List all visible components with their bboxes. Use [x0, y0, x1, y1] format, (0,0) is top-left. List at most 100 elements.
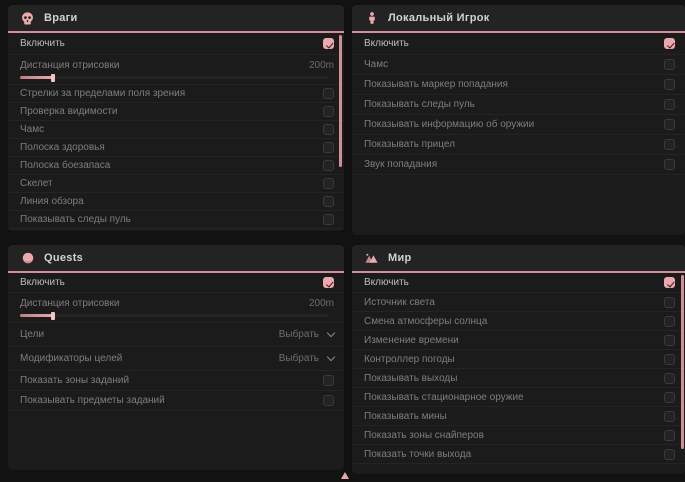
option-label: Скелет — [20, 178, 53, 189]
row-quests-goals: Цели Выбрать — [8, 323, 344, 347]
checkbox[interactable] — [323, 160, 334, 171]
enable-label: Включить — [20, 38, 65, 49]
enable-label: Включить — [364, 38, 409, 49]
row-enemies-offscreen-arrows[interactable]: Стрелки за пределами поля зрения — [8, 85, 344, 103]
option-label: Проверка видимости — [20, 106, 118, 117]
checkbox[interactable] — [664, 159, 675, 170]
option-label: Показывать следы пуль — [364, 99, 475, 110]
row-local-weapon-info[interactable]: Показывать информацию об оружии — [352, 115, 685, 135]
option-label: Чамс — [364, 59, 388, 70]
row-enemies-enable[interactable]: Включить — [8, 33, 344, 55]
option-label: Изменение времени — [364, 335, 459, 346]
row-quests-enable[interactable]: Включить — [8, 273, 344, 293]
panel-world-body: Включить Источник света Смена атмосферы … — [352, 273, 685, 464]
row-enemies-chams[interactable]: Чамс — [8, 121, 344, 139]
row-enemies-visibility-check[interactable]: Проверка видимости — [8, 103, 344, 121]
option-label: Показать зоны снайперов — [364, 430, 484, 441]
row-enemies-ammo-bar[interactable]: Полоска боезапаса — [8, 157, 344, 175]
person-icon — [364, 11, 379, 26]
checkbox[interactable] — [664, 99, 675, 110]
checkbox[interactable] — [323, 124, 334, 135]
row-enemies-skeleton[interactable]: Скелет — [8, 175, 344, 193]
quests-enable-checkbox[interactable] — [323, 277, 334, 288]
row-world-time-change[interactable]: Изменение времени — [352, 331, 685, 350]
checkbox[interactable] — [323, 214, 334, 225]
slider-handle[interactable] — [51, 74, 55, 82]
panel-quests: Quests Включить Дистанция отрисовки 200m… — [8, 245, 344, 470]
checkbox[interactable] — [323, 106, 334, 117]
goal-modifiers-dropdown[interactable]: Выбрать — [279, 353, 334, 364]
row-local-enable[interactable]: Включить — [352, 33, 685, 55]
checkbox[interactable] — [664, 449, 675, 460]
checkbox[interactable] — [323, 88, 334, 99]
row-local-hit-sound[interactable]: Звук попадания — [352, 155, 685, 175]
skull-icon — [20, 11, 35, 26]
checkbox[interactable] — [664, 430, 675, 441]
quests-draw-distance-slider[interactable] — [20, 314, 328, 317]
row-local-crosshair[interactable]: Показывать прицел — [352, 135, 685, 155]
panel-title: Мир — [388, 252, 412, 264]
option-label: Звук попадания — [364, 159, 437, 170]
enable-label: Включить — [364, 277, 409, 288]
panel-local-player-header[interactable]: Локальный Игрок — [352, 5, 685, 33]
world-enable-checkbox[interactable] — [664, 277, 675, 288]
checkbox[interactable] — [664, 335, 675, 346]
row-world-exits[interactable]: Показывать выходы — [352, 369, 685, 388]
row-local-bullet-trails[interactable]: Показывать следы пуль — [352, 95, 685, 115]
option-label: Полоска боезапаса — [20, 160, 110, 171]
panel-local-player-body: Включить Чамс Показывать маркер попадани… — [352, 33, 685, 175]
row-enemies-health-bar[interactable]: Полоска здоровья — [8, 139, 344, 157]
goals-dropdown[interactable]: Выбрать — [279, 329, 334, 340]
row-quests-zones[interactable]: Показать зоны заданий — [8, 371, 344, 391]
checkbox[interactable] — [664, 297, 675, 308]
row-world-exit-points[interactable]: Показать точки выхода — [352, 445, 685, 464]
checkbox[interactable] — [664, 354, 675, 365]
enable-label: Включить — [20, 277, 65, 288]
option-label: Чамс — [20, 124, 44, 135]
checkbox[interactable] — [323, 178, 334, 189]
checkbox[interactable] — [323, 375, 334, 386]
checkbox[interactable] — [323, 395, 334, 406]
chevron-down-icon — [327, 353, 335, 361]
row-world-sniper-zones[interactable]: Показать зоны снайперов — [352, 426, 685, 445]
checkbox[interactable] — [664, 119, 675, 130]
row-local-chams[interactable]: Чамс — [352, 55, 685, 75]
panel-world-header[interactable]: Мир — [352, 245, 685, 273]
mouse-cursor — [341, 472, 349, 479]
panel-local-player: Локальный Игрок Включить Чамс Показывать… — [352, 5, 685, 235]
row-world-stationary-weapons[interactable]: Показывать стационарное оружие — [352, 388, 685, 407]
row-world-enable[interactable]: Включить — [352, 273, 685, 293]
dropdown-value: Выбрать — [279, 353, 319, 364]
row-enemies-bullet-trails[interactable]: Показывать следы пуль — [8, 211, 344, 229]
row-world-mines[interactable]: Показывать мины — [352, 407, 685, 426]
row-world-weather-controller[interactable]: Контроллер погоды — [352, 350, 685, 369]
enemies-draw-distance-slider[interactable] — [20, 76, 328, 79]
option-label: Показывать стационарное оружие — [364, 392, 524, 403]
option-label: Полоска здоровья — [20, 142, 105, 153]
panel-title: Quests — [44, 252, 83, 264]
row-enemies-line-of-sight[interactable]: Линия обзора — [8, 193, 344, 211]
local-enable-checkbox[interactable] — [664, 38, 675, 49]
scrollbar[interactable] — [339, 35, 342, 167]
checkbox[interactable] — [664, 139, 675, 150]
option-label: Показать зоны заданий — [20, 375, 129, 386]
option-label: Показывать выходы — [364, 373, 457, 384]
panel-quests-header[interactable]: Quests — [8, 245, 344, 273]
checkbox[interactable] — [664, 373, 675, 384]
row-world-sun-atmosphere[interactable]: Смена атмосферы солнца — [352, 312, 685, 331]
scrollbar[interactable] — [681, 275, 684, 449]
checkbox[interactable] — [323, 196, 334, 207]
checkbox[interactable] — [664, 316, 675, 327]
checkbox[interactable] — [323, 142, 334, 153]
option-label: Показывать следы пуль — [20, 214, 131, 225]
row-world-light-source[interactable]: Источник света — [352, 293, 685, 312]
checkbox[interactable] — [664, 79, 675, 90]
row-quests-items[interactable]: Показывать предметы заданий — [8, 391, 344, 411]
slider-handle[interactable] — [51, 312, 55, 320]
checkbox[interactable] — [664, 411, 675, 422]
checkbox[interactable] — [664, 59, 675, 70]
enemies-enable-checkbox[interactable] — [323, 38, 334, 49]
checkbox[interactable] — [664, 392, 675, 403]
row-local-hit-marker[interactable]: Показывать маркер попадания — [352, 75, 685, 95]
panel-enemies-header[interactable]: Враги — [8, 5, 344, 33]
